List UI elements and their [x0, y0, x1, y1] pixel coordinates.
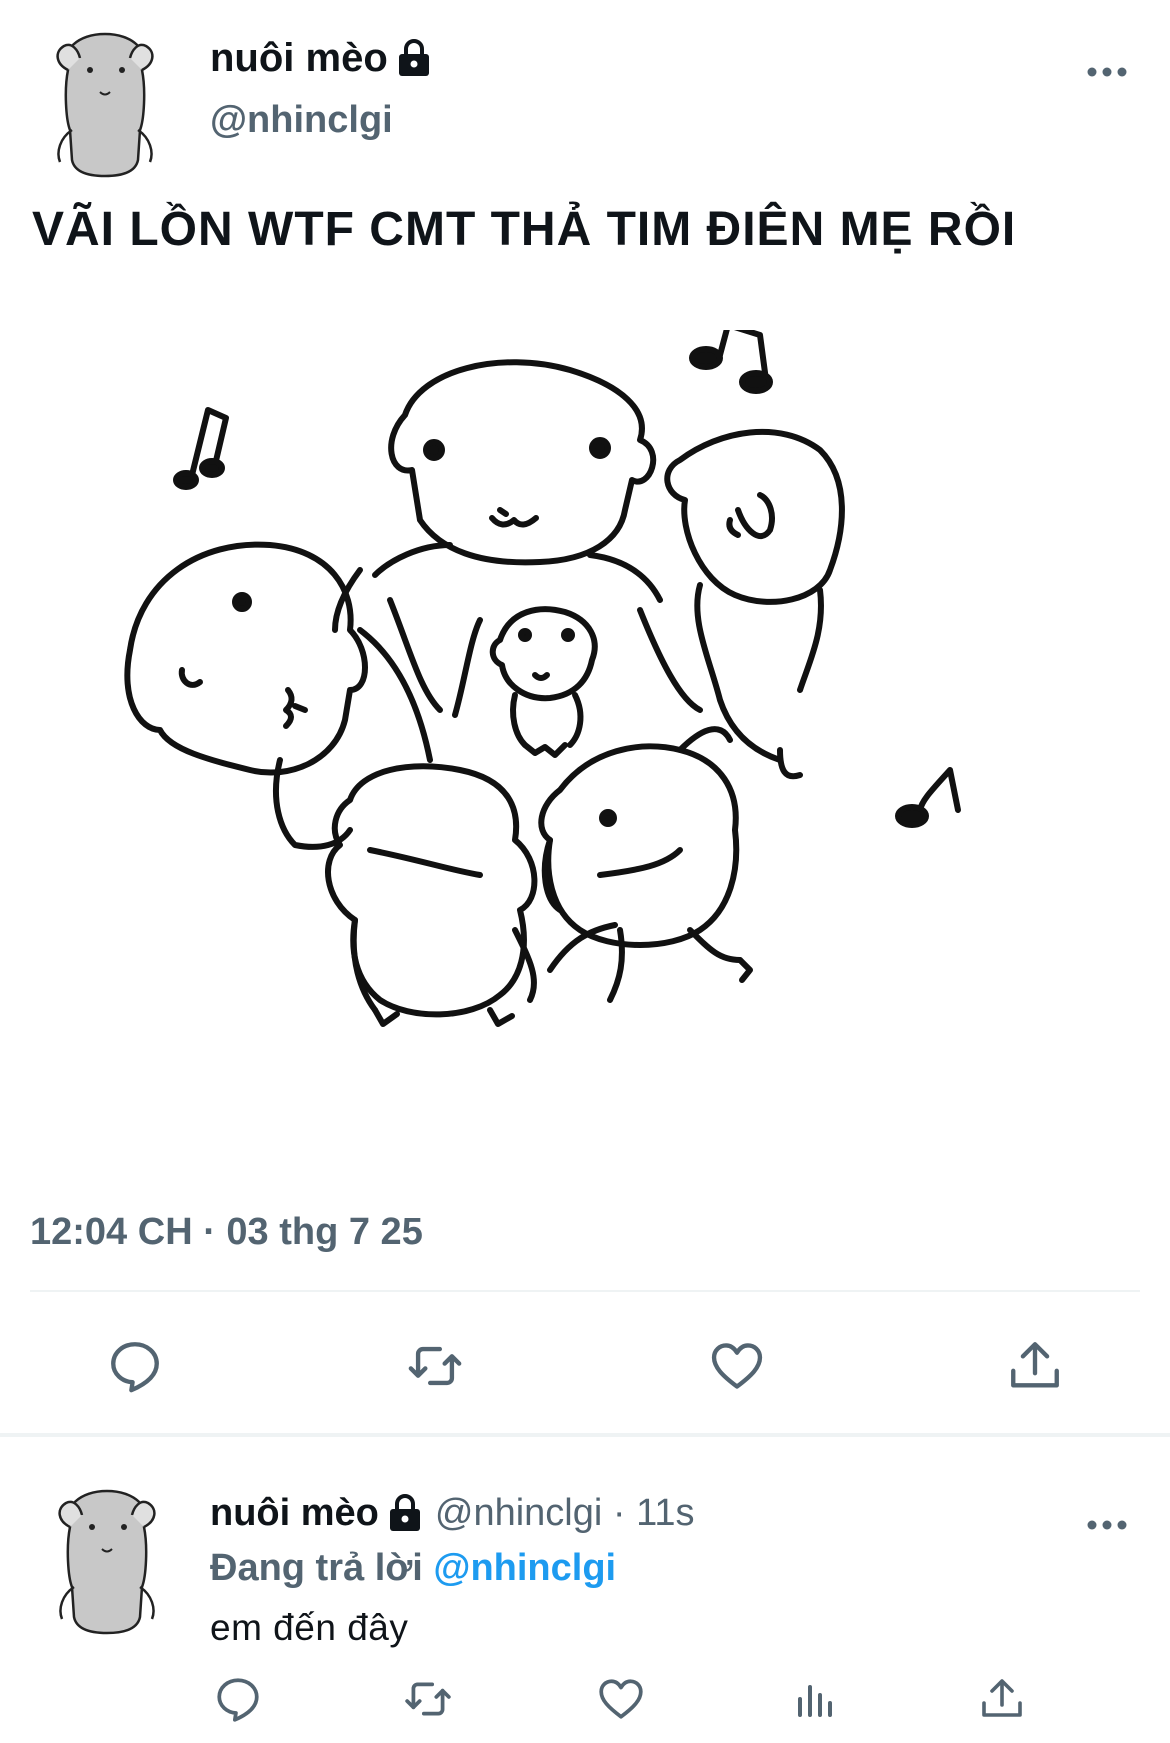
- avatar[interactable]: [52, 1487, 162, 1637]
- timestamp[interactable]: 12:04 CH · 03 thg 7 25: [30, 1207, 423, 1257]
- puppy-small-center: [489, 606, 598, 758]
- reply-tweet[interactable]: nuôi mèo @nhinclgi · 11s Đang trả lời @n…: [0, 1437, 1170, 1743]
- display-name-label: nuôi mèo: [210, 36, 388, 80]
- tweet-text: VÃI LỒN WTF CMT THẢ TIM ĐIÊN MẸ RỒI: [32, 203, 1017, 256]
- display-name[interactable]: nuôi mèo: [210, 1487, 423, 1539]
- more-options-icon[interactable]: [1085, 1515, 1129, 1535]
- replying-to-label: Đang trả lời: [210, 1547, 423, 1589]
- dancing-puppies-illustration[interactable]: [120, 330, 1000, 1130]
- display-name-label: nuôi mèo: [210, 1492, 379, 1534]
- author-block: nuôi mèo @nhinclgi: [210, 32, 432, 148]
- lock-icon: [387, 1493, 423, 1533]
- tweet-actions: [0, 1330, 1170, 1400]
- reply-icon[interactable]: [212, 1673, 264, 1725]
- reply-text: em đến đây: [210, 1607, 409, 1648]
- lock-icon: [396, 38, 432, 78]
- replying-to-mention[interactable]: @nhinclgi: [433, 1547, 616, 1589]
- music-note-icon: [895, 767, 961, 828]
- music-note-icon: [173, 407, 229, 490]
- replying-to: Đang trả lời @nhinclgi: [210, 1542, 616, 1594]
- analytics-icon[interactable]: [788, 1673, 840, 1725]
- reply-meta[interactable]: @nhinclgi · 11s: [435, 1487, 695, 1539]
- puppy-bottom-left: [325, 763, 538, 1027]
- avatar[interactable]: [50, 30, 160, 180]
- reply-icon[interactable]: [104, 1335, 166, 1397]
- puppy-left: [124, 541, 433, 850]
- puppy-right: [664, 428, 845, 780]
- music-note-icon: [689, 330, 773, 394]
- reply-header: nuôi mèo @nhinclgi · 11s: [210, 1487, 695, 1539]
- heart-icon[interactable]: [705, 1335, 769, 1397]
- retweet-icon[interactable]: [398, 1673, 458, 1725]
- main-tweet: nuôi mèo @nhinclgi VÃI LỒN WTF CMT THẢ T…: [0, 0, 1170, 1435]
- reply-actions: [0, 1671, 1170, 1731]
- retweet-icon[interactable]: [400, 1335, 470, 1397]
- puppy-top: [372, 359, 703, 718]
- heart-icon[interactable]: [594, 1673, 648, 1725]
- handle[interactable]: @nhinclgi: [210, 92, 432, 148]
- display-name[interactable]: nuôi mèo: [210, 32, 432, 84]
- divider: [30, 1290, 1140, 1292]
- share-icon[interactable]: [976, 1673, 1028, 1725]
- share-icon[interactable]: [1004, 1335, 1066, 1397]
- more-options-icon[interactable]: [1085, 62, 1129, 82]
